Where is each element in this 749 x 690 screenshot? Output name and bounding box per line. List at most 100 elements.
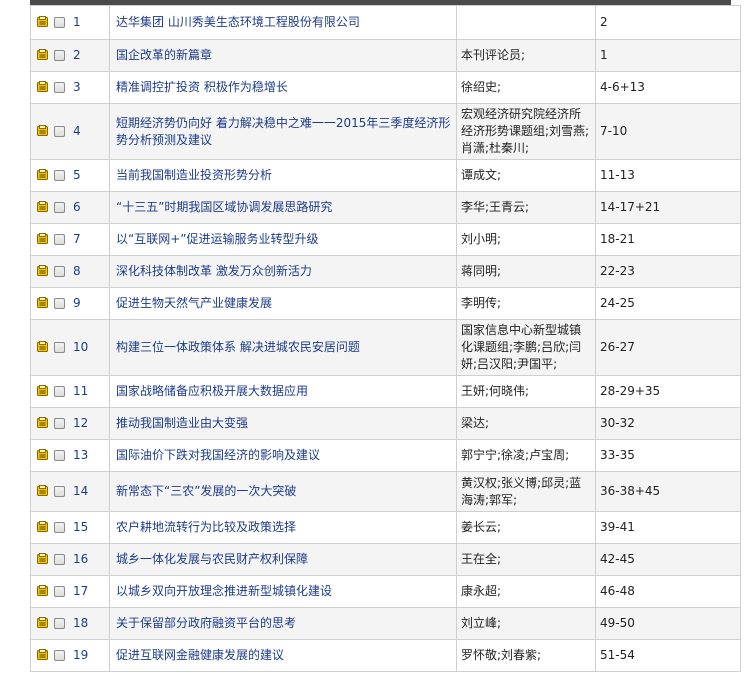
article-author: 徐绍史; bbox=[456, 71, 596, 104]
article-author: 国家信息中心新型城镇化课题组;李鹏;吕欣;闫妍;吕汉阳;尹国平; bbox=[456, 319, 596, 376]
folder-document-icon[interactable] bbox=[37, 16, 48, 27]
article-author: 黄汉权;张义博;邱灵;蓝海涛;郭军; bbox=[456, 471, 596, 512]
folder-document-icon[interactable] bbox=[37, 169, 48, 180]
row-checkbox[interactable] bbox=[54, 342, 65, 353]
article-author: 谭成文; bbox=[456, 159, 596, 192]
row-checkbox[interactable] bbox=[54, 170, 65, 181]
article-pages: 24-25 bbox=[595, 287, 741, 320]
row-checkbox[interactable] bbox=[54, 202, 65, 213]
folder-document-icon[interactable] bbox=[37, 649, 48, 660]
article-pages: 28-29+35 bbox=[595, 375, 741, 408]
row-checkbox[interactable] bbox=[54, 386, 65, 397]
article-author: 蒋同明; bbox=[456, 255, 596, 288]
folder-document-icon[interactable] bbox=[37, 449, 48, 460]
folder-document-icon[interactable] bbox=[37, 385, 48, 396]
row-checkbox[interactable] bbox=[54, 234, 65, 245]
row-number: 2 bbox=[73, 48, 81, 62]
article-title-link[interactable]: 国际油价下跌对我国经济的影响及建议 bbox=[109, 439, 457, 472]
row-checkbox[interactable] bbox=[54, 126, 65, 137]
row-checkbox[interactable] bbox=[54, 298, 65, 309]
row-checkbox[interactable] bbox=[54, 82, 65, 93]
table-row: 8 深化科技体制改革 激发万众创新活力 蒋同明; 22-23 bbox=[30, 255, 741, 288]
article-title-link[interactable]: “十三五”时期我国区域协调发展思路研究 bbox=[109, 191, 457, 224]
article-pages: 1 bbox=[595, 39, 741, 72]
table-row: 19 促进互联网金融健康发展的建议 罗怀敬;刘春紫; 51-54 bbox=[30, 639, 741, 672]
row-checkbox[interactable] bbox=[54, 17, 65, 28]
row-index-cell: 11 bbox=[30, 375, 110, 408]
article-title-link[interactable]: 构建三位一体政策体系 解决进城农民安居问题 bbox=[109, 319, 457, 376]
folder-document-icon[interactable] bbox=[37, 617, 48, 628]
folder-document-icon[interactable] bbox=[37, 341, 48, 352]
folder-document-icon[interactable] bbox=[37, 585, 48, 596]
folder-document-icon[interactable] bbox=[37, 553, 48, 564]
row-checkbox[interactable] bbox=[54, 450, 65, 461]
row-index-cell: 4 bbox=[30, 103, 110, 160]
article-title-link[interactable]: 当前我国制造业投资形势分析 bbox=[109, 159, 457, 192]
article-pages: 49-50 bbox=[595, 607, 741, 640]
article-author: 李明传; bbox=[456, 287, 596, 320]
article-author: 宏观经济研究院经济所经济形势课题组;刘雪燕;肖潇;杜秦川; bbox=[456, 103, 596, 160]
row-checkbox[interactable] bbox=[54, 486, 65, 497]
article-title-link[interactable]: 城乡一体化发展与农民财产权利保障 bbox=[109, 543, 457, 576]
article-pages: 51-54 bbox=[595, 639, 741, 672]
row-checkbox[interactable] bbox=[54, 50, 65, 61]
article-title-link[interactable]: 精准调控扩投资 积极作为稳增长 bbox=[109, 71, 457, 104]
article-title-link[interactable]: 关于保留部分政府融资平台的思考 bbox=[109, 607, 457, 640]
folder-document-icon[interactable] bbox=[37, 233, 48, 244]
row-checkbox[interactable] bbox=[54, 266, 65, 277]
row-number: 7 bbox=[73, 232, 81, 246]
folder-document-icon[interactable] bbox=[37, 125, 48, 136]
article-title-link[interactable]: 农户耕地流转行为比较及政策选择 bbox=[109, 511, 457, 544]
article-title-link[interactable]: 推动我国制造业由大变强 bbox=[109, 407, 457, 440]
article-list-body: 1 达华集团 山川秀美生态环境工程股份有限公司 2 2 国企改革的新篇章 本刊评论员; 1 3… bbox=[30, 5, 741, 672]
table-row: 18 关于保留部分政府融资平台的思考 刘立峰; 49-50 bbox=[30, 607, 741, 640]
folder-document-icon[interactable] bbox=[37, 521, 48, 532]
article-title-link[interactable]: 以“互联网+”促进运输服务业转型升级 bbox=[109, 223, 457, 256]
row-index-cell: 1 bbox=[30, 5, 110, 40]
article-pages: 33-35 bbox=[595, 439, 741, 472]
folder-document-icon[interactable] bbox=[37, 485, 48, 496]
article-pages: 14-17+21 bbox=[595, 191, 741, 224]
article-title-link[interactable]: 促进互联网金融健康发展的建议 bbox=[109, 639, 457, 672]
row-number: 18 bbox=[73, 616, 89, 630]
row-index-cell: 12 bbox=[30, 407, 110, 440]
row-index-cell: 5 bbox=[30, 159, 110, 192]
article-title-link[interactable]: 促进生物天然气产业健康发展 bbox=[109, 287, 457, 320]
article-author: 刘立峰; bbox=[456, 607, 596, 640]
row-index-cell: 18 bbox=[30, 607, 110, 640]
row-index-cell: 3 bbox=[30, 71, 110, 104]
row-checkbox[interactable] bbox=[54, 522, 65, 533]
row-checkbox[interactable] bbox=[54, 418, 65, 429]
folder-document-icon[interactable] bbox=[37, 417, 48, 428]
article-author: 郭宁宁;徐凌;卢宝周; bbox=[456, 439, 596, 472]
article-author: 李华;王青云; bbox=[456, 191, 596, 224]
table-row: 17 以城乡双向开放理念推进新型城镇化建设 康永超; 46-48 bbox=[30, 575, 741, 608]
folder-document-icon[interactable] bbox=[37, 297, 48, 308]
table-row: 1 达华集团 山川秀美生态环境工程股份有限公司 2 bbox=[30, 5, 741, 40]
row-checkbox[interactable] bbox=[54, 650, 65, 661]
article-title-link[interactable]: 达华集团 山川秀美生态环境工程股份有限公司 bbox=[109, 5, 457, 40]
article-title-link[interactable]: 新常态下“三农”发展的一次大突破 bbox=[109, 471, 457, 512]
row-checkbox[interactable] bbox=[54, 618, 65, 629]
row-number: 3 bbox=[73, 80, 81, 94]
folder-document-icon[interactable] bbox=[37, 201, 48, 212]
folder-document-icon[interactable] bbox=[37, 49, 48, 60]
article-title-link[interactable]: 国企改革的新篇章 bbox=[109, 39, 457, 72]
row-checkbox[interactable] bbox=[54, 554, 65, 565]
row-checkbox[interactable] bbox=[54, 586, 65, 597]
article-title-link[interactable]: 国家战略储备应积极开展大数据应用 bbox=[109, 375, 457, 408]
article-pages: 46-48 bbox=[595, 575, 741, 608]
article-author: 罗怀敬;刘春紫; bbox=[456, 639, 596, 672]
folder-document-icon[interactable] bbox=[37, 81, 48, 92]
table-row: 2 国企改革的新篇章 本刊评论员; 1 bbox=[30, 39, 741, 72]
article-title-link[interactable]: 深化科技体制改革 激发万众创新活力 bbox=[109, 255, 457, 288]
folder-document-icon[interactable] bbox=[37, 265, 48, 276]
row-index-cell: 8 bbox=[30, 255, 110, 288]
article-author bbox=[456, 5, 596, 40]
row-index-cell: 13 bbox=[30, 439, 110, 472]
table-row: 6 “十三五”时期我国区域协调发展思路研究 李华;王青云; 14-17+21 bbox=[30, 191, 741, 224]
row-number: 11 bbox=[73, 384, 89, 398]
article-title-link[interactable]: 以城乡双向开放理念推进新型城镇化建设 bbox=[109, 575, 457, 608]
article-title-link[interactable]: 短期经济势仍向好 着力解决稳中之难一一2015年三季度经济形势分析预测及建议 bbox=[109, 103, 457, 160]
row-number: 6 bbox=[73, 200, 81, 214]
